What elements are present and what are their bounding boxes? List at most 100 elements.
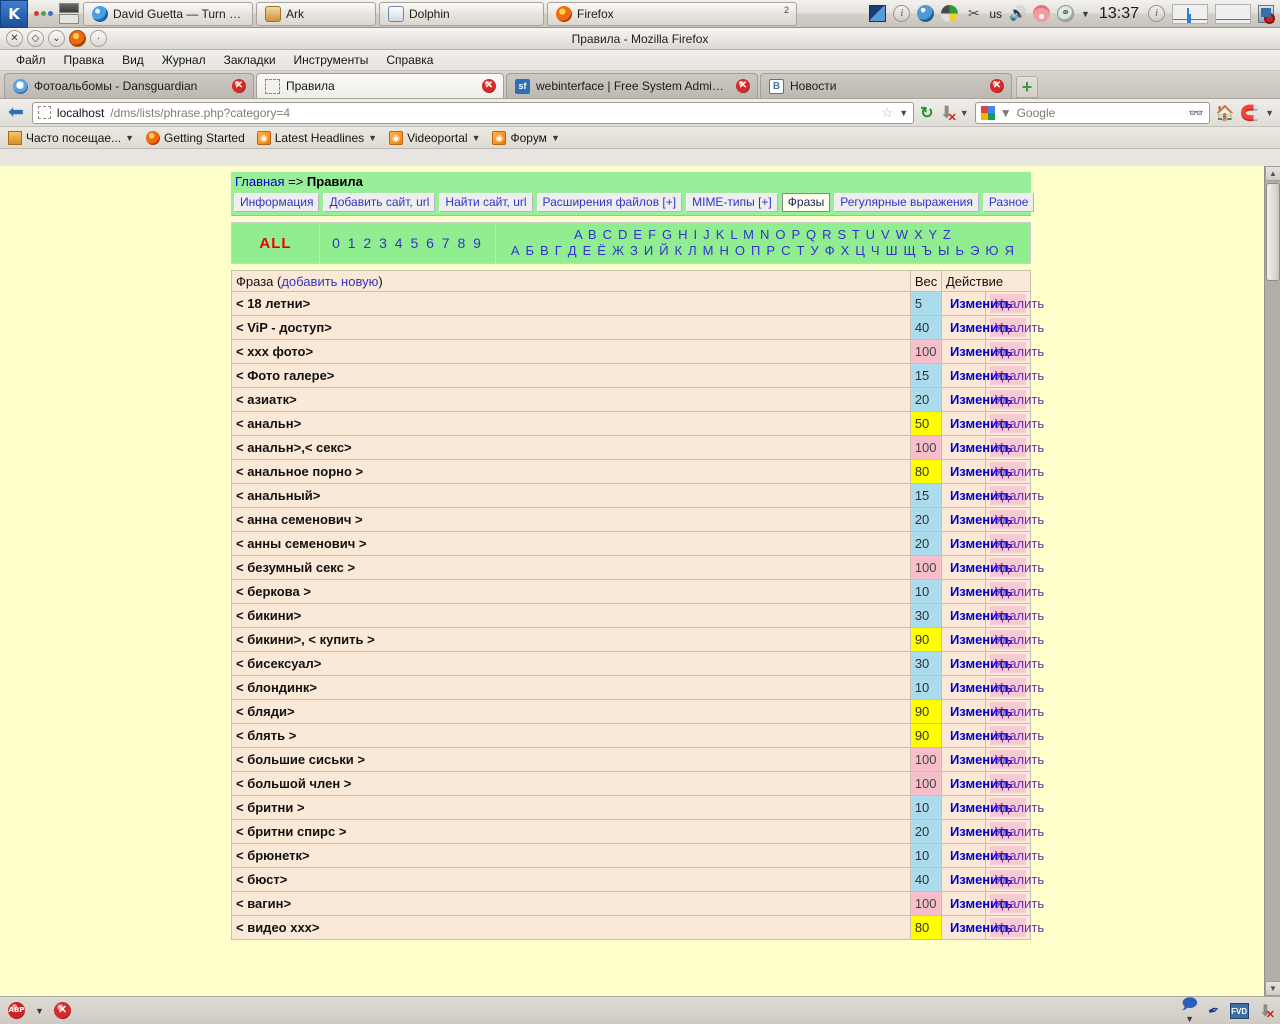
scrollbar-thumb[interactable] [1266,183,1280,281]
edit-link[interactable]: Изменить [946,702,982,721]
edit-link[interactable]: Изменить [946,846,982,865]
delete-link[interactable]: Удалить [990,798,1026,817]
kmix-icon[interactable] [941,5,958,22]
close-icon[interactable]: ✕ [6,30,23,47]
cell-action-edit[interactable]: Изменить [941,844,986,868]
delete-link[interactable]: Удалить [990,654,1026,673]
scroll-down-icon[interactable]: ▼ [1265,981,1280,996]
bookmark-forum[interactable]: ◉ Форум ▼ [492,131,559,145]
nav-tab-add-site-url[interactable]: Добавить сайт, url [323,193,435,212]
cell-action-edit[interactable]: Изменить [941,556,986,580]
edit-link[interactable]: Изменить [946,438,982,457]
error-console-icon[interactable]: ✕ [54,1002,71,1019]
cell-action-edit[interactable]: Изменить [941,340,986,364]
tab-close-icon[interactable]: ✕ [736,79,750,93]
edit-link[interactable]: Изменить [946,870,982,889]
delete-link[interactable]: Удалить [990,294,1026,313]
cell-action-edit[interactable]: Изменить [941,652,986,676]
edit-link[interactable]: Изменить [946,798,982,817]
delete-link[interactable]: Удалить [990,822,1026,841]
delete-link[interactable]: Удалить [990,894,1026,913]
task-button-firefox[interactable]: Firefox 2 [547,2,797,26]
downloads-icon[interactable]: ⬇✕ [940,103,954,123]
menu-edit[interactable]: Правка [56,51,113,69]
blocked-device-icon[interactable] [1258,5,1274,23]
delete-link[interactable]: Удалить [990,870,1026,889]
cell-action-edit[interactable]: Изменить [941,436,986,460]
delete-link[interactable]: Удалить [990,726,1026,745]
edit-link[interactable]: Изменить [946,462,982,481]
bookmark-videoportal[interactable]: ◉ Videoportal ▼ [389,131,480,145]
show-desktop-icon[interactable] [869,5,886,22]
nav-tab-informaciya[interactable]: Информация [234,193,319,212]
info-icon[interactable]: i [893,5,910,22]
tray-expand-chevron-icon[interactable]: ▼ [1081,9,1090,19]
cell-action-edit[interactable]: Изменить [941,388,986,412]
browser-tab-dansguardian[interactable]: ☉ Фотоальбомы - Dansguardian ✕ [4,73,254,98]
task-button-dolphin[interactable]: Dolphin [379,2,544,26]
toolbar-overflow-chevron-icon[interactable]: ▼ [1265,108,1274,118]
tab-close-icon[interactable]: ✕ [990,79,1004,93]
breadcrumb-home-link[interactable]: Главная [235,174,284,189]
site-identity-icon[interactable] [38,106,51,119]
menu-tools[interactable]: Инструменты [286,51,377,69]
delete-link[interactable]: Удалить [990,582,1026,601]
delete-link[interactable]: Удалить [990,318,1026,337]
network-icon[interactable] [1033,5,1050,22]
url-bar[interactable]: localhost /dms/lists/phrase.php?category… [32,102,914,124]
minimize-icon[interactable]: ⌄ [48,30,65,47]
downloads-chevron-icon[interactable]: ▼ [960,108,969,118]
cell-action-edit[interactable]: Изменить [941,772,986,796]
delete-link[interactable]: Удалить [990,510,1026,529]
volume-icon[interactable]: 🔊 [1009,5,1026,22]
back-icon[interactable]: ⬅ [6,103,26,122]
edit-link[interactable]: Изменить [946,678,982,697]
k-menu-button[interactable]: K [0,0,28,28]
delete-link[interactable]: Удалить [990,918,1026,937]
desktop-pager[interactable] [59,2,79,26]
bookmark-star-icon[interactable]: ☆ [882,105,894,121]
delete-link[interactable]: Удалить [990,846,1026,865]
delete-link[interactable]: Удалить [990,774,1026,793]
shade-icon[interactable]: ◇ [27,30,44,47]
cell-action-edit[interactable]: Изменить [941,604,986,628]
cell-action-edit[interactable]: Изменить [941,580,986,604]
reload-icon[interactable]: ↻ [920,103,933,123]
edit-link[interactable]: Изменить [946,486,982,505]
chat-chevron-icon[interactable]: ▼ [1185,1014,1194,1024]
cell-action-edit[interactable]: Изменить [941,892,986,916]
info-icon-2[interactable]: i [1148,5,1165,22]
keyboard-layout-indicator[interactable]: us [989,6,1002,22]
edit-link[interactable]: Изменить [946,342,982,361]
edit-link[interactable]: Изменить [946,654,982,673]
menu-bookmarks[interactable]: Закладки [216,51,284,69]
bookmark-most-visited[interactable]: Часто посещае... ▼ [8,131,134,145]
delete-link[interactable]: Удалить [990,366,1026,385]
edit-link[interactable]: Изменить [946,822,982,841]
cell-action-edit[interactable]: Изменить [941,292,986,316]
delete-link[interactable]: Удалить [990,606,1026,625]
system-monitor-graph-2[interactable] [1215,4,1251,24]
cell-action-edit[interactable]: Изменить [941,532,986,556]
menu-view[interactable]: Вид [114,51,152,69]
chat-widget[interactable]: 🗩 ▼ [1181,997,1198,1024]
delete-link[interactable]: Удалить [990,534,1026,553]
firefox-window-icon[interactable] [69,30,86,47]
delete-link[interactable]: Удалить [990,462,1026,481]
delete-link[interactable]: Удалить [990,630,1026,649]
cell-action-edit[interactable]: Изменить [941,676,986,700]
system-monitor-graph[interactable] [1172,4,1208,24]
download-status-icon[interactable]: ⬇✕ [1259,1001,1272,1021]
edit-link[interactable]: Изменить [946,558,982,577]
delete-link[interactable]: Удалить [990,414,1026,433]
edit-link[interactable]: Изменить [946,630,982,649]
edit-link[interactable]: Изменить [946,318,982,337]
filter-letters[interactable]: A B C D E F G H I J K L M N O P Q R S T … [496,223,1030,263]
add-new-phrase-link[interactable]: добавить новую [281,274,378,289]
chat-bubble-icon[interactable]: 🗩 [1181,996,1198,1013]
nav-tab-regex[interactable]: Регулярные выражения [834,193,979,212]
addons-icon[interactable]: 🧲 [1240,104,1259,122]
cell-action-edit[interactable]: Изменить [941,916,986,940]
delete-link[interactable]: Удалить [990,750,1026,769]
nav-tab-mime-types[interactable]: MIME-типы [+] [686,193,778,212]
